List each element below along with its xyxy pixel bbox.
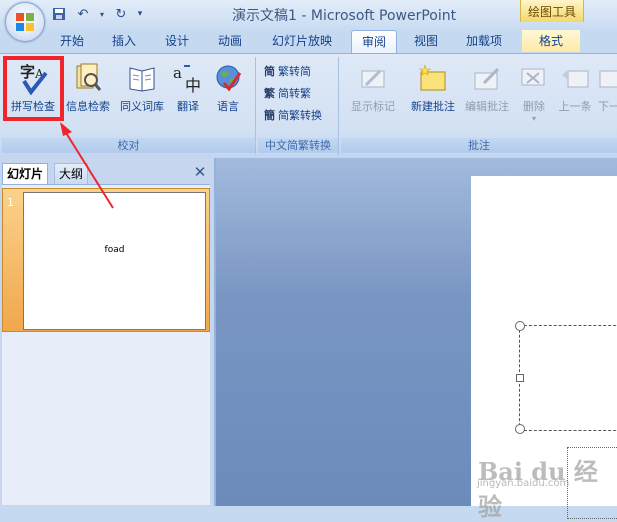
redo-icon[interactable]: ↻ — [112, 5, 130, 23]
undo-dropdown-icon[interactable]: ▾ — [98, 5, 106, 23]
thesaurus-label: 同义词库 — [120, 100, 164, 113]
tab-insert[interactable]: 插入 — [104, 30, 144, 52]
tab-review[interactable]: 审阅 — [351, 30, 397, 53]
to-simplified-icon: 简 — [264, 65, 275, 78]
annotation-arrow-icon — [60, 122, 114, 209]
to-traditional-icon: 繁 — [264, 87, 275, 100]
slide-thumbnail-text: foad — [104, 245, 125, 255]
delete-comment-button[interactable]: 删除 ▾ — [517, 61, 551, 123]
delete-dropdown-icon: ▾ — [531, 114, 536, 123]
slide-number: 1 — [7, 196, 14, 209]
office-logo-icon — [16, 13, 34, 31]
previous-comment-label: 上一条 — [558, 100, 592, 113]
tab-addins[interactable]: 加载项 — [458, 30, 510, 52]
language-label: 语言 — [217, 100, 239, 113]
to-simplified-label: 繁转简 — [278, 65, 311, 78]
translate-icon: a 中 — [170, 61, 206, 95]
edit-comment-icon — [461, 61, 513, 95]
new-comment-label: 新建批注 — [411, 100, 455, 113]
next-comment-label: 下一 — [598, 100, 617, 113]
next-comment-button[interactable]: 下一 — [598, 61, 617, 114]
edit-comment-button[interactable]: 编辑批注 — [461, 61, 513, 114]
conversion-icon: 簡 — [264, 109, 275, 122]
svg-text:a: a — [173, 64, 182, 82]
new-comment-button[interactable]: 新建批注 — [407, 61, 459, 114]
conversion-button[interactable]: 簡 简繁转换 — [264, 105, 322, 125]
show-markup-label: 显示标记 — [351, 100, 395, 113]
thesaurus-button[interactable]: 同义词库 — [115, 61, 169, 114]
resize-handle-top-left[interactable] — [515, 321, 525, 331]
research-button[interactable]: 信息检索 — [62, 61, 114, 114]
tab-home[interactable]: 开始 — [52, 30, 92, 52]
research-label: 信息检索 — [66, 100, 110, 113]
to-traditional-label: 简转繁 — [278, 87, 311, 100]
tab-view[interactable]: 视图 — [406, 30, 446, 52]
conversion-label: 简繁转换 — [278, 109, 322, 122]
tab-design[interactable]: 设计 — [157, 30, 197, 52]
previous-comment-icon — [554, 61, 596, 95]
translate-label: 翻译 — [177, 100, 199, 113]
delete-comment-icon — [517, 61, 551, 95]
window-title: 演示文稿1 - Microsoft PowerPoint — [232, 8, 457, 24]
to-traditional-button[interactable]: 繁 简转繁 — [264, 83, 311, 103]
close-icon[interactable]: ✕ — [192, 164, 208, 180]
research-icon — [62, 61, 114, 95]
show-markup-button[interactable]: 显示标记 — [345, 61, 401, 114]
annotation-highlight-box — [3, 56, 64, 121]
group-chinese-conversion: 简 繁转简 繁 简转繁 簡 简繁转换 中文简繁转换 — [258, 57, 339, 155]
title-placeholder[interactable] — [515, 321, 617, 434]
show-markup-icon — [345, 61, 401, 95]
thesaurus-icon — [115, 61, 169, 95]
group-comments: 显示标记 新建批注 编辑批注 删除 ▾ 上一条 下一 批注 — [341, 57, 617, 155]
save-icon[interactable] — [50, 5, 68, 23]
language-icon — [210, 61, 246, 95]
new-comment-icon — [407, 61, 459, 95]
ribbon-tabs: 开始 插入 设计 动画 幻灯片放映 审阅 视图 加载项 格式 — [0, 30, 617, 54]
resize-handle-left[interactable] — [516, 374, 524, 382]
tab-slides[interactable]: 幻灯片 — [2, 163, 49, 184]
tab-animation[interactable]: 动画 — [210, 30, 250, 52]
language-button[interactable]: 语言 — [210, 61, 246, 114]
previous-comment-button[interactable]: 上一条 — [554, 61, 596, 114]
undo-icon[interactable]: ↶ — [74, 5, 92, 23]
resize-handle-bottom-left[interactable] — [515, 424, 525, 434]
watermark-subtext: jingyan.baidu.com — [477, 478, 570, 489]
to-simplified-button[interactable]: 简 繁转简 — [264, 61, 311, 81]
office-button[interactable] — [5, 2, 45, 42]
next-comment-icon — [598, 61, 617, 95]
tab-slideshow[interactable]: 幻灯片放映 — [266, 30, 338, 52]
translate-button[interactable]: a 中 翻译 — [170, 61, 206, 114]
customize-qat-icon[interactable]: ▾ — [136, 5, 144, 23]
group-proofing-label: 校对 — [2, 138, 255, 153]
tab-format[interactable]: 格式 — [522, 30, 580, 52]
svg-text:中: 中 — [185, 76, 201, 94]
quick-access-toolbar: ↶ ▾ ↻ ▾ — [50, 4, 144, 24]
group-comments-label: 批注 — [341, 138, 617, 153]
group-chinese-conversion-label: 中文简繁转换 — [258, 138, 338, 153]
drawing-tools-context-label: 绘图工具 — [520, 0, 584, 22]
edit-comment-label: 编辑批注 — [465, 100, 509, 113]
delete-comment-label: 删除 — [523, 100, 545, 113]
